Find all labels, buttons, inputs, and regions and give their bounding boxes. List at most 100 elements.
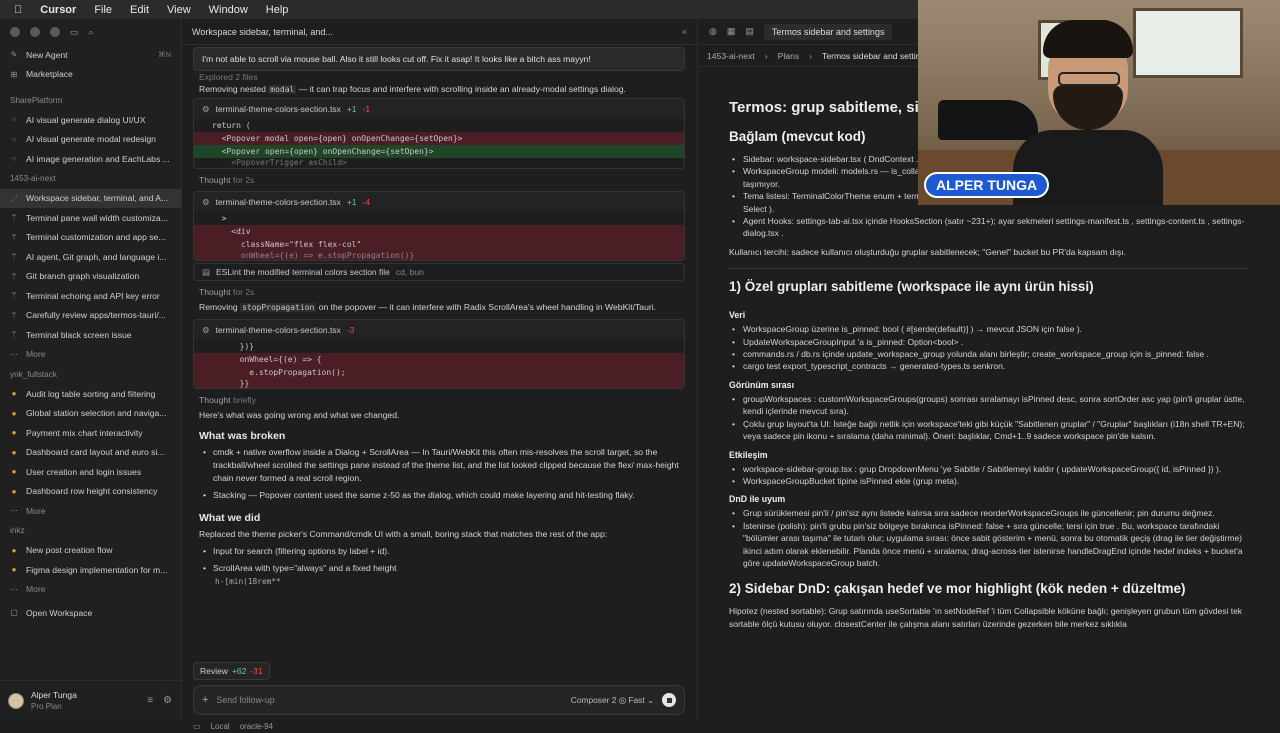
agent-item[interactable]: ᛘ Terminal customization and app se... — [0, 228, 181, 248]
branch-icon: ᛘ — [11, 291, 17, 301]
sidebar-toggle-icon[interactable]: ▭ — [70, 27, 79, 38]
agent-item[interactable]: ᛘ Carefully review apps/termos-tauri/... — [0, 306, 181, 326]
marketplace-button[interactable]: ⊞ Marketplace — [0, 65, 181, 85]
agent-item-label: Figma design implementation for m... — [26, 564, 168, 575]
status-dot-icon: ● — [11, 408, 17, 418]
code-line-removed: e.stopPropagation(); — [194, 366, 684, 379]
agent-item[interactable]: ● Global station selection and naviga... — [0, 404, 181, 424]
more-button[interactable]: ⋯ More — [0, 501, 181, 521]
laptop-icon: ▭ — [193, 721, 201, 731]
more-button[interactable]: ⋯ More — [0, 580, 181, 600]
agent-item-label: Dashboard card layout and euro si... — [26, 447, 165, 458]
menu-view[interactable]: View — [167, 4, 191, 16]
diff-add-count: +1 — [346, 197, 357, 207]
agent-item-label: AI image generation and EachLabs ... — [26, 153, 170, 164]
user-message[interactable]: I'm not able to scroll via mouse ball. A… — [193, 47, 685, 71]
menu-window[interactable]: Window — [209, 4, 248, 16]
menu-app-name[interactable]: Cursor — [40, 4, 76, 16]
agent-item[interactable]: ● Dashboard row height consistency — [0, 482, 181, 502]
list-item: groupWorkspaces : customWorkspaceGroups(… — [729, 393, 1247, 418]
agent-item-label: Terminal customization and app se... — [26, 232, 166, 243]
gear-icon[interactable]: ⚙ — [163, 695, 172, 706]
list-item: WorkspaceGroup üzerine is_pinned: bool (… — [729, 323, 1247, 336]
agent-item-label: Carefully review apps/termos-tauri/... — [26, 310, 166, 321]
window-minimize-button[interactable] — [30, 27, 40, 37]
diff-file-name: terminal-theme-colors-section.tsx — [215, 325, 341, 335]
explored-note[interactable]: Explored 2 files — [193, 71, 685, 83]
agent-item[interactable]: ● New post creation flow — [0, 541, 181, 561]
folder-icon: ▢ — [10, 608, 18, 618]
list-item: Stacking — Popover content used the same… — [193, 489, 685, 502]
code-line: > — [212, 214, 227, 223]
terminal-icon: ▤ — [202, 266, 211, 277]
apple-icon[interactable]:  — [14, 4, 22, 16]
agent-item[interactable]: ● Dashboard card layout and euro si... — [0, 443, 181, 463]
agent-item[interactable]: ○ AI visual generate modal redesign — [0, 130, 181, 150]
agent-item[interactable]: ● User creation and login issues — [0, 462, 181, 482]
agent-item-active[interactable]: ⋰ Workspace sidebar, terminal, and A... — [0, 188, 181, 208]
assistant-text: Removing nested modal — it can trap focu… — [199, 84, 626, 94]
code-line-removed: className="flex flex-col" — [194, 238, 684, 251]
group-title[interactable]: inkz — [0, 521, 181, 541]
close-icon[interactable]: × — [682, 27, 687, 37]
stop-button[interactable] — [662, 693, 676, 707]
review-add-count: +62 — [231, 666, 247, 676]
diff-card[interactable]: ⚙ terminal-theme-colors-section.tsx +1 -1 r… — [193, 98, 685, 169]
agent-item-label: Terminal echoing and API key error — [26, 290, 160, 301]
model-selector[interactable]: Composer 2 ◎ Fast ⌄ — [571, 695, 654, 705]
agent-item[interactable]: ᛘ Terminal pane wall width customiza... — [0, 208, 181, 228]
thought-note[interactable]: Thought for 2s — [193, 171, 685, 189]
code-line-removed: }} — [194, 379, 684, 388]
agent-item[interactable]: ᛘ AI agent, Git graph, and language i... — [0, 247, 181, 267]
agent-item[interactable]: ○ AI visual generate dialog UI/UX — [0, 110, 181, 130]
menu-help[interactable]: Help — [266, 4, 289, 16]
user-footer: Alper Tunga Pro Plan ≡ ⚙ — [0, 680, 182, 720]
agent-item[interactable]: ᛘ Terminal echoing and API key error — [0, 286, 181, 306]
open-workspace-button[interactable]: ▢ Open Workspace — [0, 603, 181, 623]
breadcrumb-item[interactable]: Plans — [778, 51, 800, 61]
agent-item[interactable]: ᛘ Terminal black screen issue — [0, 325, 181, 345]
thought-note[interactable]: Thought briefly — [193, 391, 685, 409]
agent-item-label: Payment mix chart interactivity — [26, 427, 143, 438]
status-local[interactable]: Local — [211, 722, 230, 731]
group-title[interactable]: ynk_fullstack — [0, 364, 181, 384]
chat-tab[interactable]: Workspace sidebar, terminal, and... × — [183, 19, 697, 45]
agent-item[interactable]: ᛘ Git branch graph visualization — [0, 267, 181, 287]
status-branch[interactable]: oracle-94 — [240, 722, 273, 731]
agent-item[interactable]: ○ AI image generation and EachLabs ... — [0, 149, 181, 169]
diff-card[interactable]: ⚙ terminal-theme-colors-section.tsx -3 })}… — [193, 319, 685, 389]
code-snippet: h-[min(18rem** — [215, 577, 281, 586]
group-title[interactable]: 1453-ai-next — [0, 169, 181, 189]
agent-item[interactable]: ● Figma design implementation for m... — [0, 560, 181, 580]
composer-input[interactable]: + Send follow-up Composer 2 ◎ Fast ⌄ — [193, 685, 685, 715]
shortcut-hint: ⌘N — [158, 50, 171, 60]
new-agent-button[interactable]: ✎ New Agent ⌘N — [0, 45, 181, 65]
agent-item[interactable]: ● Audit log table sorting and filtering — [0, 384, 181, 404]
tab-termos-plan[interactable]: Termos sidebar and settings — [763, 23, 893, 40]
window-close-button[interactable] — [10, 27, 20, 37]
grid-icon[interactable]: ▦ — [727, 26, 736, 37]
review-button[interactable]: Review +62 -31 — [193, 662, 270, 680]
breadcrumb-item[interactable]: 1453-ai-next — [707, 51, 755, 61]
terminal-command-card[interactable]: ▤ ESLint the modified terminal colors sec… — [193, 263, 685, 281]
code-line-removed: onWheel={(e) => e.stopPropagation()} — [194, 251, 684, 260]
filter-icon[interactable]: ≡ — [147, 695, 153, 706]
menu-edit[interactable]: Edit — [130, 4, 149, 16]
breadcrumb-item[interactable]: Termos sidebar and settings — [822, 51, 929, 61]
agent-item[interactable]: ● Payment mix chart interactivity — [0, 423, 181, 443]
plus-icon[interactable]: + — [202, 694, 208, 706]
group-title[interactable]: SharePlatform — [0, 90, 181, 110]
diff-card[interactable]: ⚙ terminal-theme-colors-section.tsx +1 -4 >… — [193, 191, 685, 261]
terminal-icon[interactable]: ▤ — [745, 26, 754, 37]
window-zoom-button[interactable] — [50, 27, 60, 37]
user-plan: Pro Plan — [31, 701, 62, 711]
globe-icon[interactable]: ◍ — [709, 26, 717, 37]
agent-item-label: AI visual generate modal redesign — [26, 134, 156, 145]
menu-file[interactable]: File — [94, 4, 112, 16]
search-icon[interactable]: ⌕ — [89, 27, 94, 38]
agent-item-label: AI agent, Git graph, and language i... — [26, 251, 167, 262]
avatar[interactable] — [8, 692, 24, 709]
more-button[interactable]: ⋯ More — [0, 345, 181, 365]
edit-icon: ✎ — [10, 50, 18, 60]
thought-note[interactable]: Thought for 2s — [193, 283, 685, 301]
